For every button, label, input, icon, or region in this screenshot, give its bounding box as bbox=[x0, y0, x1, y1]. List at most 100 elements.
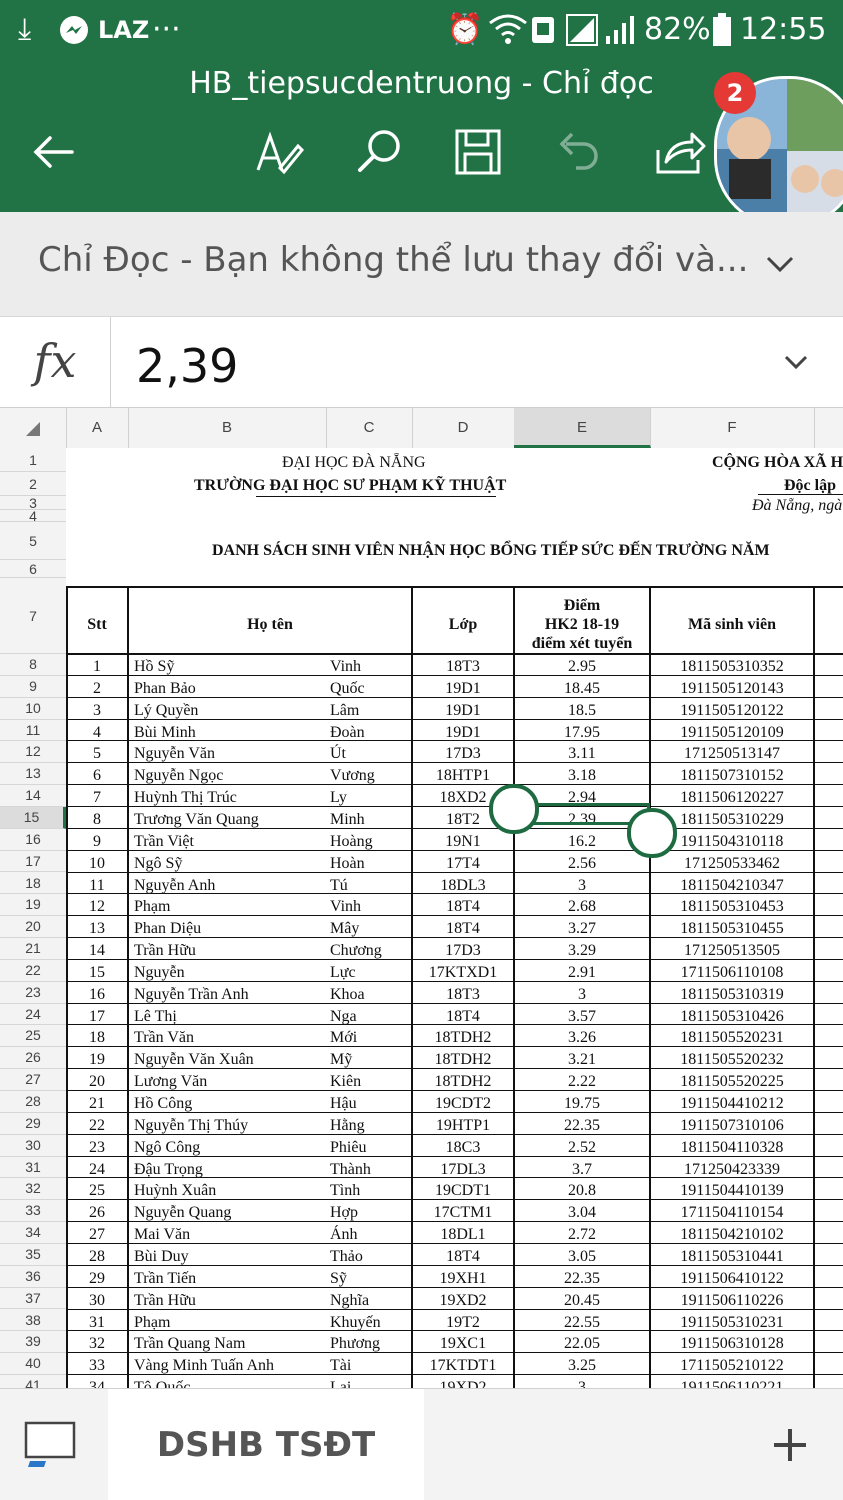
row-header[interactable]: 9 bbox=[0, 676, 66, 698]
row-header[interactable]: 15 bbox=[0, 806, 66, 829]
cell-first[interactable]: Lâm bbox=[330, 698, 412, 720]
cell-stt[interactable]: 7 bbox=[66, 785, 128, 807]
cell-stt[interactable]: 27 bbox=[66, 1222, 128, 1244]
cell-cls[interactable]: 17DL3 bbox=[412, 1157, 514, 1179]
sheets-overview-button[interactable] bbox=[24, 1419, 80, 1469]
cell-score[interactable]: 3.29 bbox=[514, 938, 650, 960]
cell-last[interactable]: Trần Việt bbox=[134, 829, 330, 851]
cell-last[interactable]: Mai Văn bbox=[134, 1222, 330, 1244]
cell-stt[interactable]: 13 bbox=[66, 916, 128, 938]
cell-cls[interactable]: 19XH1 bbox=[412, 1266, 514, 1288]
formula-bar[interactable]: fx 2,39 bbox=[0, 317, 843, 408]
cell-first[interactable]: Ly bbox=[330, 785, 412, 807]
cell-first[interactable]: Lai bbox=[330, 1375, 412, 1388]
cell-first[interactable]: Hoàn bbox=[330, 851, 412, 873]
cell-last[interactable]: Nguyễn Quang bbox=[134, 1200, 330, 1222]
cell-id[interactable]: 1711505210122 bbox=[650, 1353, 814, 1375]
cell-score[interactable]: 3 bbox=[514, 873, 650, 895]
cell-stt[interactable]: 12 bbox=[66, 894, 128, 916]
cell-last[interactable]: Trương Văn Quang bbox=[134, 807, 330, 829]
cell-first[interactable]: Út bbox=[330, 741, 412, 763]
cell-stt[interactable]: 25 bbox=[66, 1178, 128, 1200]
row-header[interactable]: 2 bbox=[0, 472, 66, 496]
cell-id[interactable]: 1911505120109 bbox=[650, 720, 814, 742]
cell-last[interactable]: Trần Quang Nam bbox=[134, 1331, 330, 1353]
cell-stt[interactable]: 4 bbox=[66, 720, 128, 742]
cell-last[interactable]: Trần Tiến bbox=[134, 1266, 330, 1288]
cell-score[interactable]: 2.56 bbox=[514, 851, 650, 873]
cell-id[interactable]: 1911506110221 bbox=[650, 1375, 814, 1388]
cell-score[interactable]: 3.05 bbox=[514, 1244, 650, 1266]
column-header-g[interactable] bbox=[814, 408, 843, 448]
cell-id[interactable]: 1811505310441 bbox=[650, 1244, 814, 1266]
cell-id[interactable]: 1811504110328 bbox=[650, 1135, 814, 1157]
cell-last[interactable]: Bùi Minh bbox=[134, 720, 330, 742]
column-header-f[interactable]: F bbox=[650, 408, 815, 448]
cell-id[interactable]: 1711506110108 bbox=[650, 960, 814, 982]
row-header[interactable]: 30 bbox=[0, 1135, 66, 1157]
cell-score[interactable]: 20.8 bbox=[514, 1178, 650, 1200]
cell-score[interactable]: 17.95 bbox=[514, 720, 650, 742]
cell-id[interactable]: 1811505520225 bbox=[650, 1069, 814, 1091]
cell-id[interactable]: 1911505120122 bbox=[650, 698, 814, 720]
cell-last[interactable]: Huỳnh Thị Trúc bbox=[134, 785, 330, 807]
function-icon[interactable]: fx bbox=[0, 317, 111, 407]
cell-score[interactable]: 22.35 bbox=[514, 1113, 650, 1135]
cell-id[interactable]: 1811505310455 bbox=[650, 916, 814, 938]
cell-cls[interactable]: 19CDT1 bbox=[412, 1178, 514, 1200]
cell-cls[interactable]: 19CDT2 bbox=[412, 1091, 514, 1113]
cell-stt[interactable]: 18 bbox=[66, 1025, 128, 1047]
cell-stt[interactable]: 3 bbox=[66, 698, 128, 720]
cell-first[interactable]: Khuyến bbox=[330, 1310, 412, 1332]
row-header[interactable]: 31 bbox=[0, 1157, 66, 1179]
cell-score[interactable]: 22.35 bbox=[514, 1266, 650, 1288]
cell-first[interactable]: Quốc bbox=[330, 676, 412, 698]
row-header[interactable]: 21 bbox=[0, 938, 66, 960]
cell-stt[interactable]: 9 bbox=[66, 829, 128, 851]
save-button[interactable] bbox=[450, 124, 506, 180]
cell-id[interactable]: 1811507310152 bbox=[650, 763, 814, 785]
cell-first[interactable]: Hợp bbox=[330, 1200, 412, 1222]
cell-last[interactable]: Trần Hữu bbox=[134, 938, 330, 960]
cell-stt[interactable]: 30 bbox=[66, 1288, 128, 1310]
cell-first[interactable]: Vinh bbox=[330, 654, 412, 676]
cell-cls[interactable]: 18T4 bbox=[412, 916, 514, 938]
cell-cls[interactable]: 17T4 bbox=[412, 851, 514, 873]
cell-cls[interactable]: 19D1 bbox=[412, 676, 514, 698]
cell-id[interactable]: 1811505520231 bbox=[650, 1025, 814, 1047]
cell-cls[interactable]: 19T2 bbox=[412, 1310, 514, 1332]
cell-first[interactable]: Minh bbox=[330, 807, 412, 829]
column-header-a[interactable]: A bbox=[66, 408, 129, 448]
cell-first[interactable]: Mây bbox=[330, 916, 412, 938]
row-header[interactable]: 24 bbox=[0, 1004, 66, 1026]
row-header[interactable]: 14 bbox=[0, 785, 66, 807]
cell-first[interactable]: Đoàn bbox=[330, 720, 412, 742]
cell-cls[interactable]: 18T4 bbox=[412, 894, 514, 916]
cell-id[interactable]: 1911504410212 bbox=[650, 1091, 814, 1113]
cell-id[interactable]: 1911507310106 bbox=[650, 1113, 814, 1135]
cell-first[interactable]: Lực bbox=[330, 960, 412, 982]
cell-last[interactable]: Nguyễn Trần Anh bbox=[134, 982, 330, 1004]
row-header[interactable]: 17 bbox=[0, 851, 66, 873]
cell-cls[interactable]: 18TDH2 bbox=[412, 1025, 514, 1047]
row-header[interactable]: 1 bbox=[0, 448, 66, 472]
cell-last[interactable]: Ngô Sỹ bbox=[134, 851, 330, 873]
row-header[interactable]: 26 bbox=[0, 1047, 66, 1070]
cell-id[interactable]: 171250533462 bbox=[650, 851, 814, 873]
cell-cls[interactable]: 17D3 bbox=[412, 938, 514, 960]
cell-last[interactable]: Vàng Minh Tuấn Anh bbox=[134, 1353, 330, 1375]
cell-id[interactable]: 1811506120227 bbox=[650, 785, 814, 807]
cell-id[interactable]: 1811505310453 bbox=[650, 894, 814, 916]
cell-stt[interactable]: 33 bbox=[66, 1353, 128, 1375]
cell-stt[interactable]: 11 bbox=[66, 873, 128, 895]
row-header[interactable]: 38 bbox=[0, 1310, 66, 1332]
cell-score[interactable]: 3.7 bbox=[514, 1157, 650, 1179]
edit-button[interactable] bbox=[252, 124, 308, 180]
cell-stt[interactable]: 2 bbox=[66, 676, 128, 698]
cell-score[interactable]: 2.52 bbox=[514, 1135, 650, 1157]
cell-last[interactable]: Bùi Duy bbox=[134, 1244, 330, 1266]
cell-id[interactable]: 1811504210102 bbox=[650, 1222, 814, 1244]
cell-first[interactable]: Sỹ bbox=[330, 1266, 412, 1288]
cell-score[interactable]: 3 bbox=[514, 1375, 650, 1388]
row-header[interactable]: 19 bbox=[0, 894, 66, 917]
